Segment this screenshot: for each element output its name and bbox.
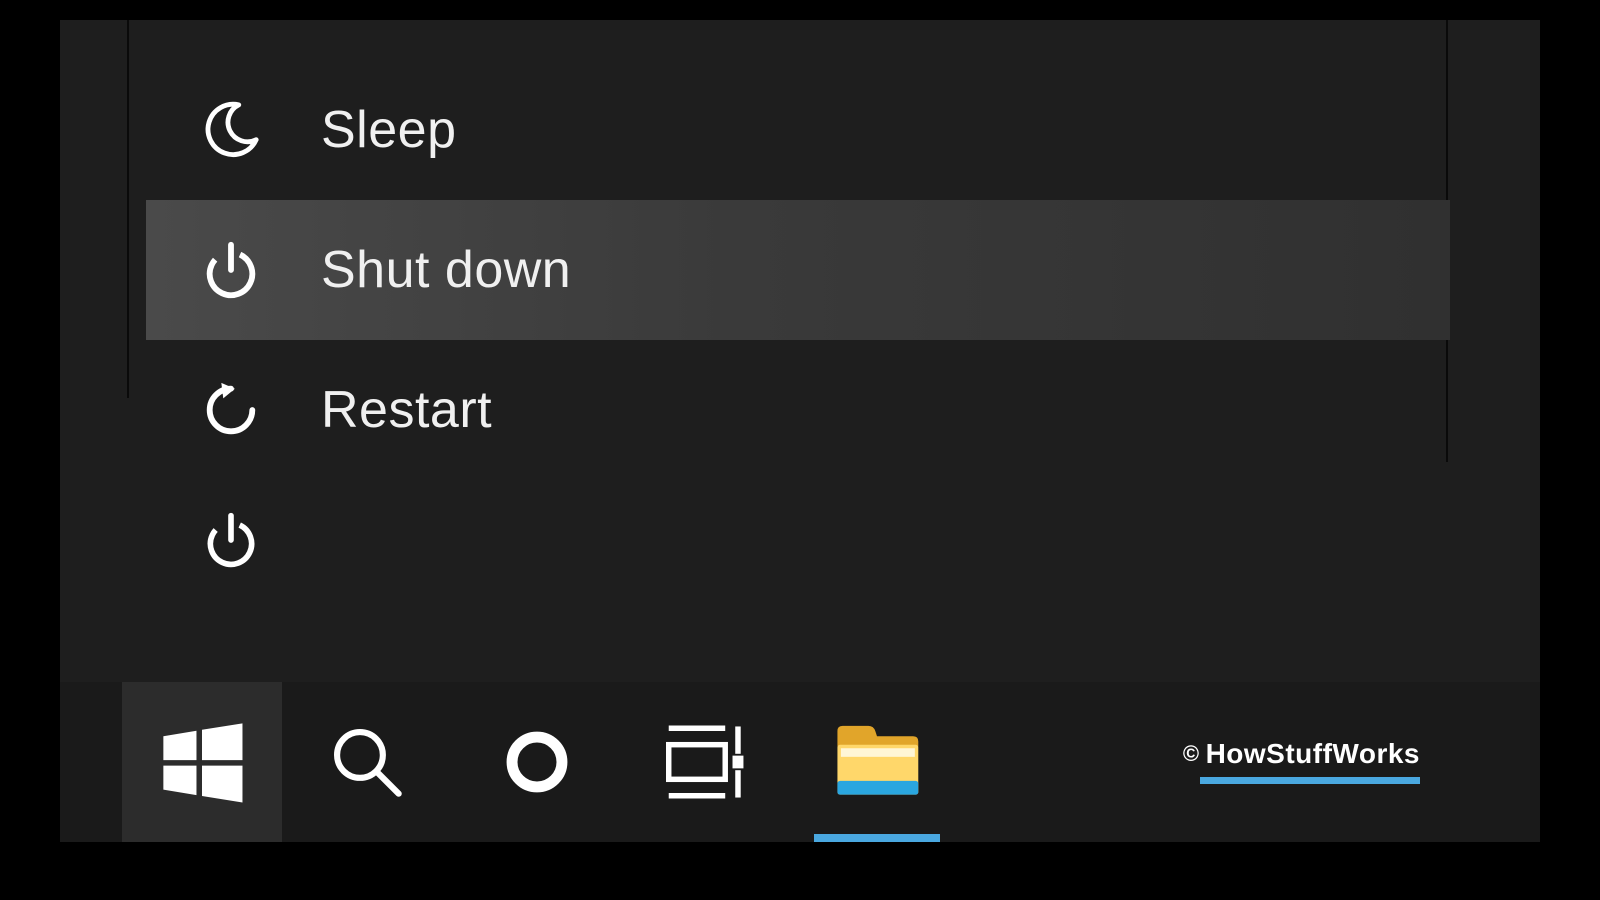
power-icon [196,239,266,301]
moon-icon [196,99,266,161]
desktop-area: Sleep Shut down Restart [60,20,1540,842]
taskbar-task-view-button[interactable] [622,682,792,842]
panel-edge [127,20,129,398]
task-view-icon [661,721,753,803]
power-option-label: Shut down [321,240,571,300]
power-options-menu: Sleep Shut down Restart [146,60,1450,480]
power-option-label: Sleep [321,100,457,160]
start-power-button[interactable] [196,510,266,570]
taskbar-file-explorer-button[interactable] [792,682,962,842]
search-icon [323,718,411,806]
image-attribution: ©HowStuffWorks [1183,738,1420,770]
file-explorer-icon [834,725,920,799]
power-option-label: Restart [321,380,492,440]
attribution-underline [1200,777,1420,784]
taskbar-active-indicator [814,834,940,842]
attribution-text: HowStuffWorks [1206,738,1420,769]
power-option-shutdown[interactable]: Shut down [146,200,1450,340]
taskbar-search-button[interactable] [282,682,452,842]
cortana-ring-icon [498,723,576,801]
start-button[interactable] [122,682,282,842]
copyright-symbol: © [1183,741,1200,766]
taskbar-cortana-button[interactable] [452,682,622,842]
power-icon [201,510,261,570]
restart-icon [196,379,266,441]
power-option-restart[interactable]: Restart [146,340,1450,480]
windows-start-icon [156,716,248,808]
power-option-sleep[interactable]: Sleep [146,60,1450,200]
